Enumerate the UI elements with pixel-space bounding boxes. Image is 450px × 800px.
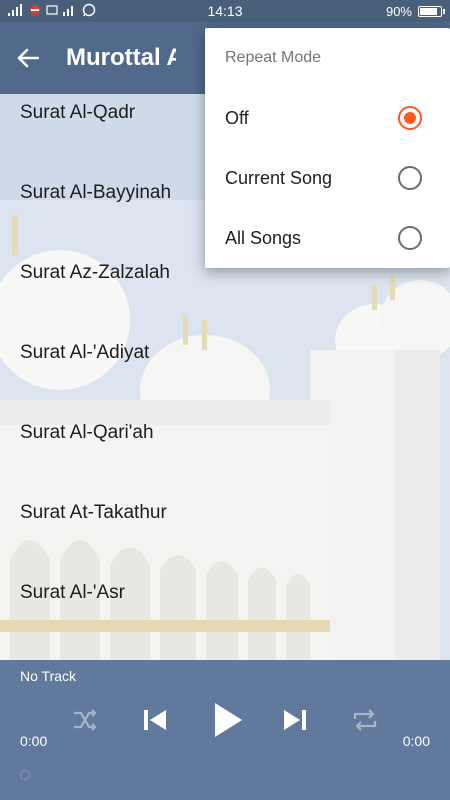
repeat-mode-menu: Repeat Mode Off Current Song All Songs <box>205 28 450 268</box>
status-bar: 14:13 90% <box>0 0 450 22</box>
repeat-icon[interactable] <box>350 700 380 740</box>
repeat-option-all-songs[interactable]: All Songs <box>205 208 450 268</box>
next-icon[interactable] <box>280 700 310 740</box>
battery-level <box>420 7 438 15</box>
total-time: 0:00 <box>402 733 430 749</box>
song-list-item[interactable]: Surat At-Takathur <box>0 494 450 574</box>
battery-icon <box>418 5 445 17</box>
shuffle-icon[interactable] <box>70 700 100 740</box>
previous-icon[interactable] <box>140 700 170 740</box>
app-title: Murottal A <box>66 44 176 71</box>
seek-thumb[interactable] <box>20 770 30 780</box>
status-time: 14:13 <box>207 3 243 19</box>
now-playing-track: No Track <box>20 668 77 684</box>
repeat-option-label: Off <box>225 107 249 128</box>
repeat-option-label: All Songs <box>225 227 302 248</box>
play-icon[interactable] <box>208 700 248 740</box>
song-list-item[interactable]: Surat Al-'Asr <box>0 574 450 654</box>
repeat-option-current-song[interactable]: Current Song <box>205 148 450 208</box>
song-list-item[interactable]: Surat Al-Qari'ah <box>0 414 450 494</box>
radio-button[interactable] <box>398 166 422 190</box>
repeat-option-off[interactable]: Off <box>205 88 450 148</box>
repeat-mode-title: Repeat Mode <box>225 49 322 66</box>
song-list-item[interactable]: Surat Al-'Adiyat <box>0 334 450 414</box>
back-arrow-icon[interactable] <box>0 22 56 94</box>
elapsed-time: 0:00 <box>20 733 48 749</box>
radio-button[interactable] <box>398 106 422 130</box>
radio-button[interactable] <box>398 226 422 250</box>
repeat-option-label: Current Song <box>225 167 333 188</box>
player-bar: No Track 0:00 0:00 <box>0 660 450 800</box>
